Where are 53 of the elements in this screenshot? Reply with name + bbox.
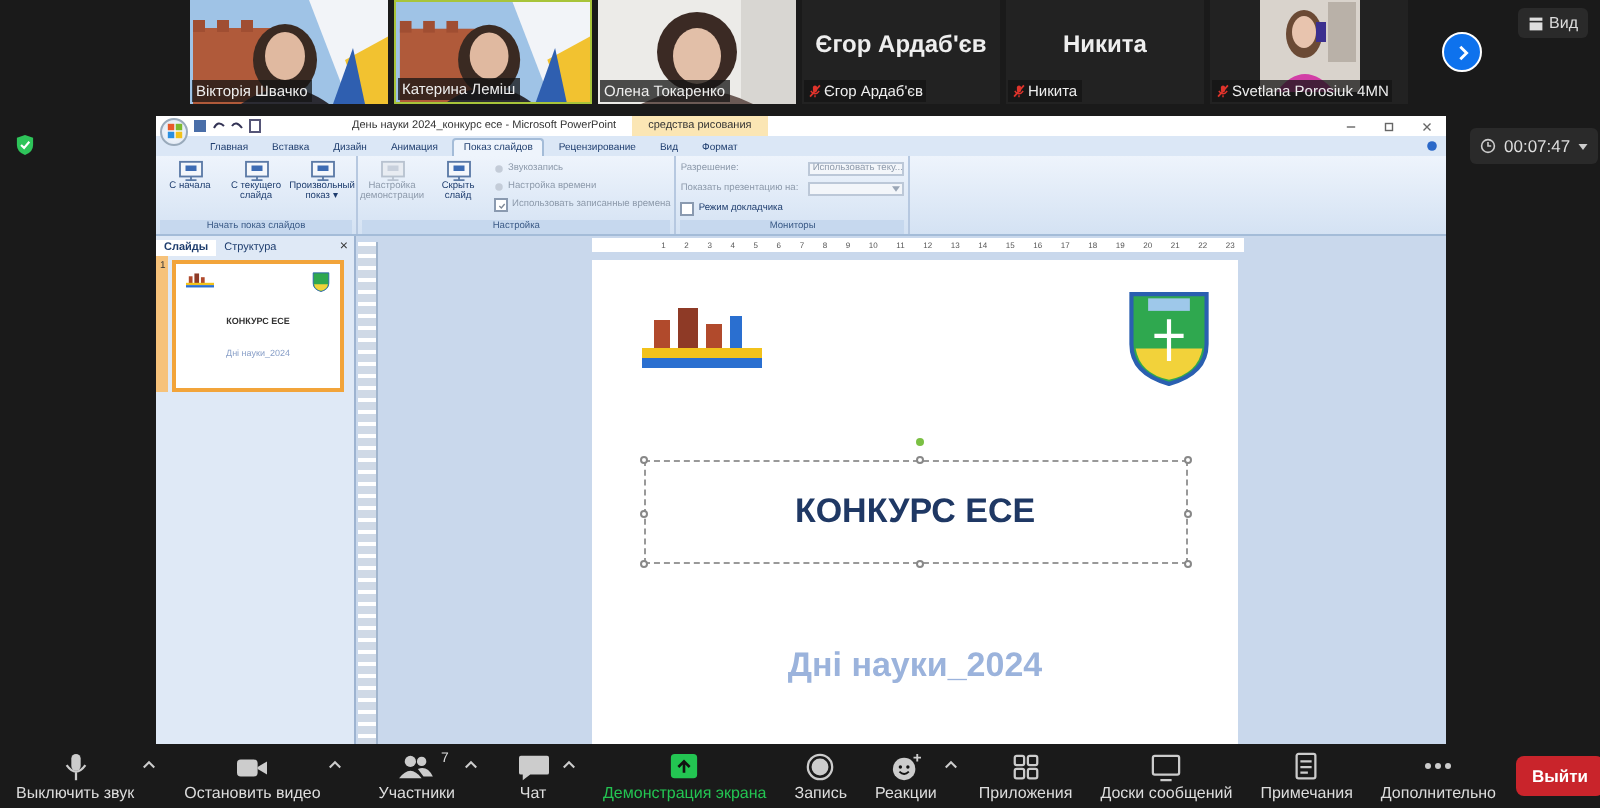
caret-icon[interactable] bbox=[328, 757, 343, 769]
view-button[interactable]: Вид bbox=[1517, 8, 1588, 38]
screen-icon bbox=[309, 160, 335, 182]
more-icon bbox=[1424, 762, 1453, 770]
clock-icon bbox=[1480, 138, 1496, 154]
checkmark-icon bbox=[497, 201, 505, 209]
leave-button[interactable]: Выйти bbox=[1516, 756, 1600, 796]
caret-icon[interactable] bbox=[142, 757, 157, 769]
screen-icon bbox=[177, 160, 203, 182]
bullet-icon bbox=[494, 164, 504, 174]
chat-icon bbox=[513, 751, 553, 781]
maximize-icon[interactable] bbox=[1382, 119, 1396, 133]
muted-microphone-icon bbox=[1216, 84, 1230, 98]
participant-name: Никита bbox=[1063, 30, 1147, 58]
caret-icon[interactable] bbox=[561, 757, 575, 769]
slide-subtitle: Дні науки_2024 bbox=[787, 645, 1043, 686]
participant-name: Єгор Ардаб'єв bbox=[815, 30, 987, 58]
dropdown-arrow-icon bbox=[892, 186, 901, 192]
caret-icon[interactable] bbox=[944, 757, 959, 769]
layout-icon bbox=[1527, 15, 1544, 31]
crest-icon bbox=[312, 272, 330, 292]
toolbar-button[interactable]: Дополнительно bbox=[1372, 751, 1504, 801]
people-icon bbox=[396, 751, 437, 781]
caret-icon bbox=[1578, 143, 1589, 149]
office-button[interactable] bbox=[160, 117, 188, 145]
dropdown-field[interactable] bbox=[808, 182, 905, 196]
screen-icon bbox=[243, 160, 269, 182]
caret-icon[interactable] bbox=[463, 757, 477, 769]
slide-title: КОНКУРС ЕСЕ bbox=[792, 489, 1038, 534]
toolbar-button[interactable]: Чат bbox=[505, 751, 561, 801]
toolbar-button[interactable]: Примечания bbox=[1252, 751, 1361, 801]
office-logo-icon bbox=[165, 122, 183, 140]
close-icon[interactable] bbox=[1420, 119, 1434, 133]
muted-microphone-icon bbox=[1012, 84, 1026, 98]
toolbar-button[interactable]: Выключить звук bbox=[8, 751, 143, 801]
logo-icon bbox=[186, 272, 214, 288]
meeting-timer[interactable]: 00:07:47 bbox=[1470, 128, 1599, 164]
toolbar-button[interactable]: Остановить видео bbox=[176, 751, 329, 801]
logo-icon bbox=[642, 303, 762, 368]
shield-icon[interactable] bbox=[16, 134, 34, 156]
toolbar-button[interactable]: Демонстрация экрана bbox=[595, 751, 775, 801]
next-page-button[interactable] bbox=[1442, 32, 1482, 72]
chevron-right-icon bbox=[1453, 43, 1471, 61]
bullet-icon bbox=[494, 182, 504, 192]
toolbar-button[interactable]: Реакции bbox=[867, 751, 945, 801]
toolbar-button[interactable]: Приложения bbox=[970, 751, 1081, 801]
help-icon[interactable] bbox=[1426, 140, 1438, 152]
crest-icon bbox=[1124, 289, 1214, 386]
screen-icon bbox=[445, 160, 471, 182]
muted-microphone-icon bbox=[808, 84, 822, 98]
toolbar-button[interactable]: Доски сообщений bbox=[1092, 751, 1241, 801]
toolbar-button[interactable]: Запись bbox=[786, 751, 855, 801]
screen-icon bbox=[379, 160, 405, 182]
